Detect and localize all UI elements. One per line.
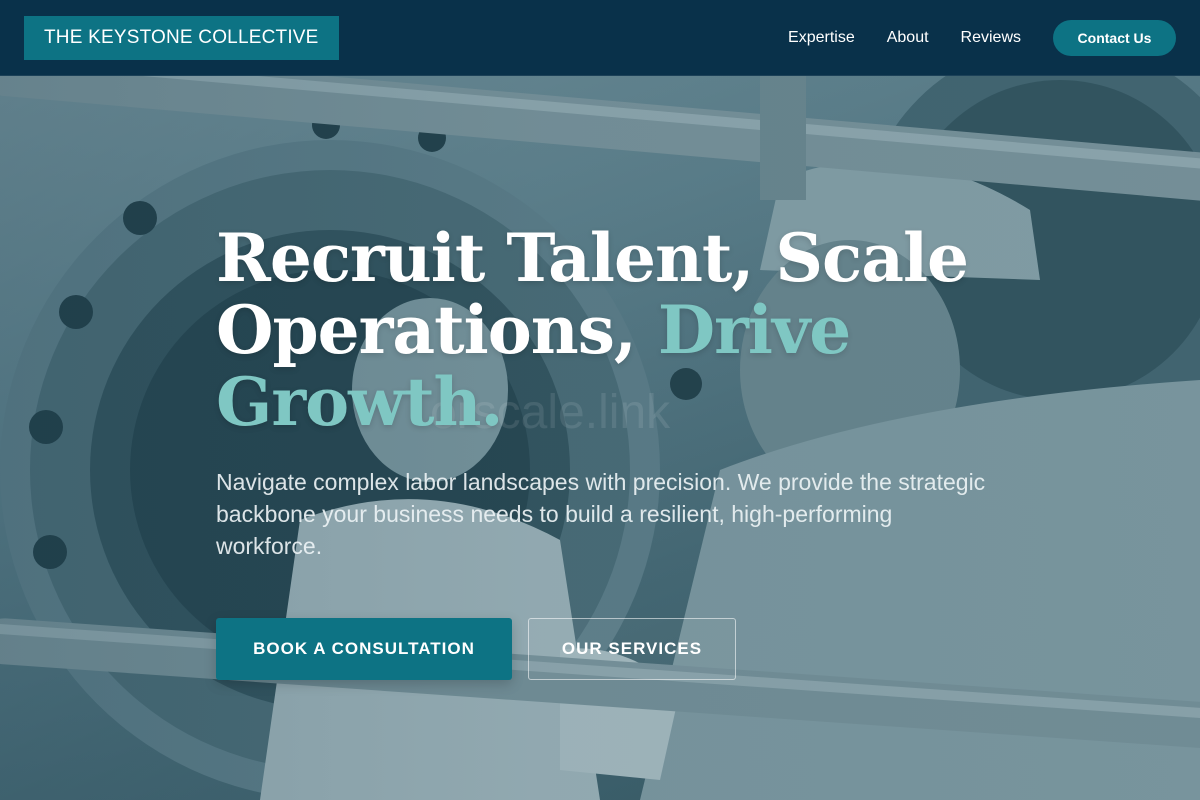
book-consultation-button[interactable]: BOOK A CONSULTATION (216, 618, 512, 680)
page: THE KEYSTONE COLLECTIVE Expertise About … (0, 0, 1200, 800)
hero-headline: Recruit Talent, Scale Operations, Drive … (216, 222, 1016, 438)
nav-link-reviews[interactable]: Reviews (961, 29, 1021, 47)
hero-cta-group: BOOK A CONSULTATION OUR SERVICES (216, 618, 1016, 680)
brand-logo[interactable]: THE KEYSTONE COLLECTIVE (24, 15, 339, 60)
hero-headline-main: Recruit Talent, Scale Operations, (216, 219, 969, 369)
hero-subtext: Navigate complex labor landscapes with p… (216, 469, 986, 559)
our-services-button[interactable]: OUR SERVICES (528, 618, 736, 680)
contact-us-button[interactable]: Contact Us (1053, 19, 1176, 56)
nav-link-about[interactable]: About (887, 29, 929, 47)
site-header: THE KEYSTONE COLLECTIVE Expertise About … (0, 0, 1200, 76)
hero-section: Recruit Talent, Scale Operations, Drive … (216, 222, 1016, 680)
nav-link-expertise[interactable]: Expertise (788, 29, 855, 47)
main-nav: Expertise About Reviews Contact Us (788, 19, 1176, 56)
